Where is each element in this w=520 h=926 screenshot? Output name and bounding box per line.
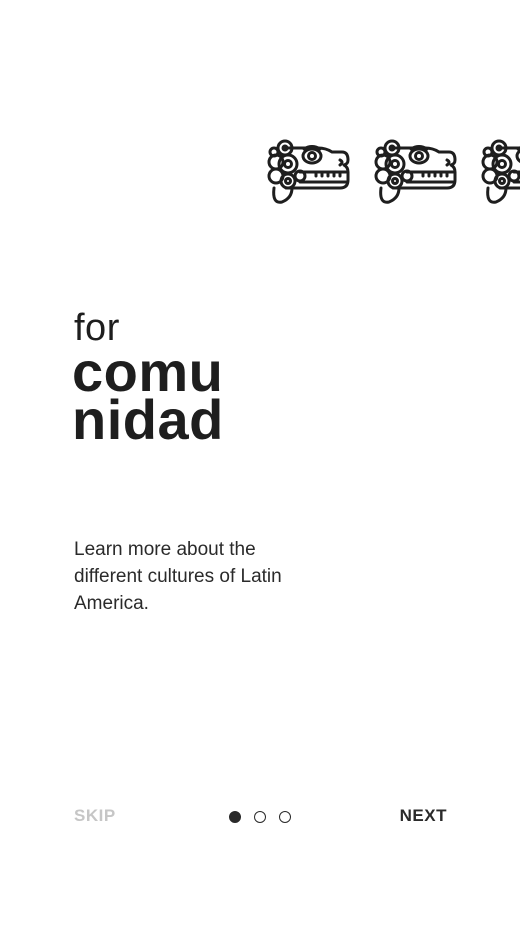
- page-dot-2[interactable]: [254, 811, 266, 823]
- page-indicator: [229, 811, 291, 825]
- heading-title-line-2: nidad: [72, 388, 224, 451]
- page-dot-1[interactable]: [229, 811, 241, 823]
- page-dot-3[interactable]: [279, 811, 291, 823]
- skip-button[interactable]: SKIP: [74, 806, 116, 826]
- illustration-row: [266, 138, 520, 210]
- aztec-serpent-head-icon: [373, 138, 457, 210]
- next-button[interactable]: NEXT: [400, 806, 447, 826]
- aztec-serpent-head-icon: [480, 138, 520, 210]
- description-text: Learn more about the different cultures …: [74, 539, 282, 614]
- heading-title: comu nidad: [72, 344, 224, 451]
- onboarding-footer: SKIP NEXT: [0, 800, 520, 834]
- aztec-serpent-head-icon: [266, 138, 350, 210]
